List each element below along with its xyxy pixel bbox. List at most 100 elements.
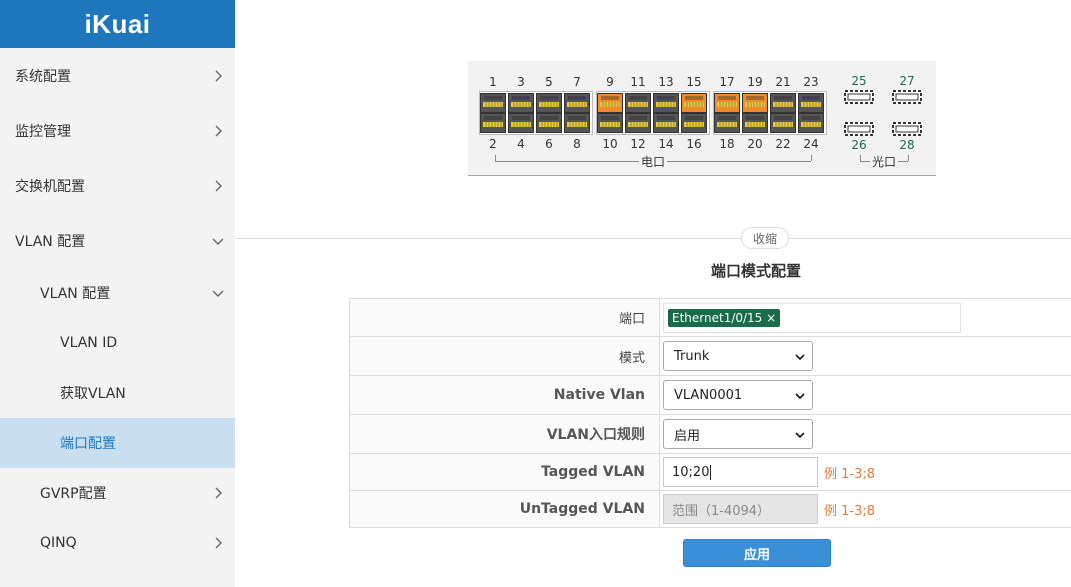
native-vlan-label: Native Vlan bbox=[350, 376, 660, 414]
optical-port-number-bottom: 28 bbox=[899, 138, 915, 152]
apply-button[interactable]: 应用 bbox=[683, 539, 831, 567]
sidebar-item[interactable]: 系统配置 bbox=[0, 48, 235, 103]
sidebar-item-label: 系统配置 bbox=[15, 68, 71, 85]
sidebar-item-label: VLAN 配置 bbox=[15, 233, 86, 250]
electric-port-label: 电口 bbox=[639, 153, 668, 170]
port-number-bottom: 14 bbox=[658, 137, 674, 151]
ethernet-port-icon[interactable] bbox=[625, 93, 651, 113]
mode-select[interactable]: Trunk bbox=[663, 341, 813, 371]
port-number-bottom: 10 bbox=[602, 137, 618, 151]
collapse-button[interactable]: 收缩 bbox=[741, 227, 789, 249]
optical-port-number-bottom: 26 bbox=[851, 138, 867, 152]
port-row: 端口 Ethernet1/0/15 × bbox=[350, 299, 1071, 337]
ethernet-port-icon[interactable] bbox=[536, 113, 562, 133]
ethernet-port-icon[interactable] bbox=[653, 93, 679, 113]
sidebar-item-label: 获取VLAN bbox=[60, 386, 126, 402]
mode-row: 模式 Trunk bbox=[350, 337, 1071, 376]
tagged-vlan-row: Tagged VLAN 10;20 例 1-3;8 bbox=[350, 454, 1071, 491]
port-number-top: 23 bbox=[803, 75, 819, 89]
divider bbox=[235, 238, 1071, 239]
sidebar-item[interactable]: 获取VLAN bbox=[0, 368, 235, 418]
form-title: 端口模式配置 bbox=[710, 262, 801, 280]
sidebar-item-label: VLAN ID bbox=[60, 335, 118, 351]
port-number-top: 3 bbox=[517, 75, 525, 89]
mode-label: 模式 bbox=[350, 337, 660, 375]
port-number-bottom: 16 bbox=[686, 137, 702, 151]
sidebar-item[interactable]: QINQ bbox=[0, 518, 235, 568]
sfp-port-icon[interactable] bbox=[843, 121, 875, 137]
logo-bar: iKuai bbox=[0, 0, 235, 48]
sfp-port-icon[interactable] bbox=[843, 89, 875, 105]
ethernet-port-icon[interactable] bbox=[508, 113, 534, 133]
ethernet-port-icon[interactable] bbox=[536, 93, 562, 113]
sidebar-item-label: QINQ bbox=[40, 535, 77, 551]
ingress-rule-value: 启用 bbox=[674, 428, 701, 444]
ethernet-port-icon[interactable] bbox=[714, 93, 740, 113]
port-number-top: 15 bbox=[686, 75, 702, 89]
sidebar-item[interactable]: GVRP配置 bbox=[0, 468, 235, 518]
port-select-box[interactable]: Ethernet1/0/15 × bbox=[663, 302, 961, 333]
ethernet-port-icon[interactable] bbox=[597, 93, 623, 113]
ethernet-port-icon[interactable] bbox=[798, 93, 824, 113]
native-vlan-value: VLAN0001 bbox=[674, 387, 743, 403]
port-mode-form: 端口 Ethernet1/0/15 × 模式 Trunk Native Vlan… bbox=[349, 298, 1071, 528]
sidebar-item-label: 监控管理 bbox=[15, 123, 71, 140]
chevron-down-icon bbox=[211, 234, 225, 248]
ethernet-port-icon[interactable] bbox=[714, 113, 740, 133]
port-number-bottom: 6 bbox=[545, 137, 553, 151]
sidebar-item[interactable]: VLAN 配置 bbox=[0, 213, 235, 268]
port-number-top: 1 bbox=[489, 75, 497, 89]
sidebar-item[interactable]: VLAN ID bbox=[0, 318, 235, 368]
port-number-top: 21 bbox=[775, 75, 791, 89]
chevron-right-icon bbox=[211, 124, 225, 138]
logo: iKuai bbox=[84, 8, 151, 39]
port-tag[interactable]: Ethernet1/0/15 × bbox=[668, 308, 781, 327]
native-vlan-row: Native Vlan VLAN0001 bbox=[350, 376, 1071, 415]
port-number-top: 7 bbox=[573, 75, 581, 89]
switch-port-panel: 1 3 5 7 9 11 13 15 17 19 21 23 2 4 6 8 10 12 14 16 18 20 22 24 2… bbox=[468, 61, 936, 176]
sidebar-item[interactable]: VLAN 配置 bbox=[0, 268, 235, 318]
sfp-port-icon[interactable] bbox=[891, 89, 923, 105]
sidebar-item[interactable]: 交换机配置 bbox=[0, 158, 235, 213]
ethernet-port-icon[interactable] bbox=[770, 93, 796, 113]
bracket-tick bbox=[495, 155, 496, 161]
ethernet-port-icon[interactable] bbox=[798, 113, 824, 133]
port-number-bottom: 12 bbox=[630, 137, 646, 151]
ethernet-port-icon[interactable] bbox=[508, 93, 534, 113]
ethernet-port-icon[interactable] bbox=[742, 93, 768, 113]
port-number-top: 11 bbox=[630, 75, 646, 89]
ethernet-port-icon[interactable] bbox=[625, 113, 651, 133]
chevron-down-icon bbox=[794, 351, 806, 363]
port-number-top: 9 bbox=[606, 75, 614, 89]
tagged-vlan-input[interactable]: 10;20 bbox=[663, 457, 818, 487]
sidebar-item-label: GVRP配置 bbox=[40, 486, 107, 502]
port-number-bottom: 8 bbox=[573, 137, 581, 151]
ethernet-port-icon[interactable] bbox=[480, 113, 506, 133]
chevron-down-icon bbox=[794, 390, 806, 402]
chevron-down-icon bbox=[794, 429, 806, 441]
sidebar-item-label: 端口配置 bbox=[60, 436, 116, 452]
port-number-bottom: 22 bbox=[775, 137, 791, 151]
ethernet-port-icon[interactable] bbox=[770, 113, 796, 133]
port-number-top: 17 bbox=[719, 75, 735, 89]
ethernet-port-icon[interactable] bbox=[564, 93, 590, 113]
ethernet-port-icon[interactable] bbox=[681, 113, 707, 133]
untagged-vlan-input[interactable]: 范围（1-4094） bbox=[663, 494, 818, 524]
ethernet-port-icon[interactable] bbox=[597, 113, 623, 133]
native-vlan-select[interactable]: VLAN0001 bbox=[663, 380, 813, 410]
ethernet-port-icon[interactable] bbox=[742, 113, 768, 133]
sidebar-item[interactable]: 端口配置 bbox=[0, 418, 235, 468]
ethernet-port-icon[interactable] bbox=[480, 93, 506, 113]
ethernet-port-icon[interactable] bbox=[653, 113, 679, 133]
untagged-vlan-placeholder: 范围（1-4094） bbox=[672, 503, 771, 519]
port-number-bottom: 2 bbox=[489, 137, 497, 151]
ethernet-port-icon[interactable] bbox=[681, 93, 707, 113]
ethernet-port-icon[interactable] bbox=[564, 113, 590, 133]
chevron-right-icon bbox=[211, 69, 225, 83]
bracket-tick bbox=[811, 155, 812, 161]
sidebar-item[interactable]: 监控管理 bbox=[0, 103, 235, 158]
sidebar-item-label: 交换机配置 bbox=[15, 178, 85, 195]
sfp-port-icon[interactable] bbox=[891, 121, 923, 137]
port-number-top: 5 bbox=[545, 75, 553, 89]
ingress-rule-select[interactable]: 启用 bbox=[663, 419, 813, 449]
